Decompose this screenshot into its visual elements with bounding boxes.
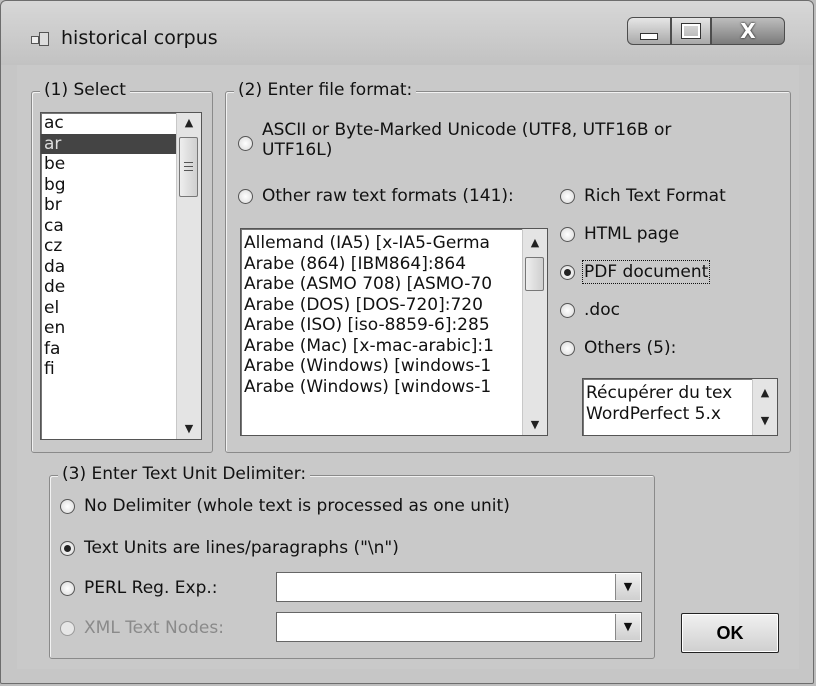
window-title: historical corpus [61,27,218,49]
scroll-down-icon[interactable]: ▼ [523,415,547,435]
others-radio[interactable] [560,340,575,356]
perl-regex-combo[interactable]: ▼ [276,572,642,602]
lines-radio[interactable] [60,540,75,556]
caption-buttons: X [627,17,785,47]
dropdown-arrow-icon[interactable]: ▼ [615,574,640,600]
xml-radio [60,620,75,636]
language-scrollbar[interactable]: ▲ ▼ [176,113,201,439]
list-item[interactable]: Arabe (Windows) [windows-1 [241,356,547,377]
perl-option[interactable]: PERL Reg. Exp.: [60,578,218,598]
xml-label: XML Text Nodes: [84,618,224,638]
xml-nodes-combo[interactable]: ▼ [276,612,642,642]
lines-option[interactable]: Text Units are lines/paragraphs ("\n") [60,538,399,558]
list-item[interactable]: Arabe (Mac) [x-mac-arabic]:1 [241,336,547,357]
perl-label: PERL Reg. Exp.: [84,578,218,598]
app-icon [31,32,49,46]
html-option[interactable]: HTML page [560,224,679,244]
rtf-option[interactable]: Rich Text Format [560,186,726,206]
close-icon: X [740,19,756,43]
minimize-button[interactable] [627,17,671,45]
rtf-label: Rich Text Format [584,186,726,206]
title-bar[interactable]: historical corpus X [1,1,813,65]
list-item[interactable]: Arabe (Windows) [windows-1 [241,377,547,398]
ascii-option[interactable]: ASCII or Byte-Marked Unicode (UTF8, UTF1… [238,120,671,160]
maximize-button[interactable] [671,17,711,45]
list-item[interactable]: Arabe (ASMO 708) [ASMO-70 [241,274,547,295]
rtf-radio[interactable] [560,188,575,204]
dropdown-arrow-icon[interactable]: ▼ [615,614,640,640]
scroll-down-icon[interactable]: ▼ [753,411,777,431]
perl-radio[interactable] [60,580,75,596]
dialog-window: historical corpus X (1) Select ac ar be bg b… [0,0,814,684]
xml-option: XML Text Nodes: [60,618,224,638]
scroll-down-icon[interactable]: ▼ [177,419,201,439]
pdf-option[interactable]: PDF document [560,260,711,284]
scroll-thumb[interactable] [525,257,544,291]
scroll-up-icon[interactable]: ▲ [753,383,777,403]
doc-radio[interactable] [560,302,575,318]
other-raw-option[interactable]: Other raw text formats (141): [238,186,514,206]
no-delimiter-radio[interactable] [60,498,75,514]
delimiter-group: (3) Enter Text Unit Delimiter: No Delimi… [49,464,655,659]
html-radio[interactable] [560,226,575,242]
doc-label: .doc [584,300,620,320]
list-item[interactable]: Arabe (DOS) [DOS-720]:720 [241,295,547,316]
pdf-label: PDF document [581,260,711,284]
lines-label: Text Units are lines/paragraphs ("\n") [84,538,399,558]
list-item[interactable]: Récupérer du tex [583,383,777,404]
list-item[interactable]: Arabe (ISO) [iso-8859-6]:285 [241,315,547,336]
encoding-scrollbar[interactable]: ▲ ▼ [522,229,547,435]
others-scrollbar[interactable]: ▲ ▼ [752,379,777,435]
scroll-up-icon[interactable]: ▲ [177,113,201,133]
list-item[interactable]: Arabe (864) [IBM864]:864 [241,254,547,275]
ascii-radio[interactable] [238,136,253,151]
scroll-thumb[interactable] [179,137,198,197]
ascii-label-line1: ASCII or Byte-Marked Unicode (UTF8, UTF1… [262,120,672,140]
other-raw-radio[interactable] [238,188,253,204]
format-legend: (2) Enter file format: [234,80,417,100]
ok-button[interactable]: OK [681,613,779,653]
scroll-up-icon[interactable]: ▲ [523,233,547,253]
others-list: Récupérer du tex WordPerfect 5.x [583,379,777,424]
close-button[interactable]: X [711,17,785,45]
select-group: (1) Select ac ar be bg br ca cz da de el en fa fi ▲ … [31,80,213,453]
list-item[interactable]: WordPerfect 5.x [583,404,777,425]
others-option[interactable]: Others (5): [560,338,676,358]
other-raw-label: Other raw text formats (141): [262,186,514,206]
list-item[interactable]: Allemand (IA5) [x-IA5-Germa [241,233,547,254]
no-delimiter-option[interactable]: No Delimiter (whole text is processed as… [60,496,510,516]
encoding-listbox[interactable]: Allemand (IA5) [x-IA5-Germa Arabe (864) [… [240,228,548,436]
encoding-list: Allemand (IA5) [x-IA5-Germa Arabe (864) [… [241,229,547,397]
others-label: Others (5): [584,338,677,358]
delimiter-legend: (3) Enter Text Unit Delimiter: [58,464,311,484]
others-listbox[interactable]: Récupérer du tex WordPerfect 5.x ▲ ▼ [582,378,778,436]
format-group: (2) Enter file format: ASCII or Byte-Mar… [225,80,791,453]
doc-option[interactable]: .doc [560,300,620,320]
maximize-icon [681,23,701,39]
select-legend: (1) Select [40,80,130,100]
dialog-client: (1) Select ac ar be bg br ca cz da de el en fa fi ▲ … [17,65,799,669]
language-listbox[interactable]: ac ar be bg br ca cz da de el en fa fi ▲ ▼ [40,112,202,440]
no-delimiter-label: No Delimiter (whole text is processed as… [84,496,510,516]
ascii-label-line2: UTF16L) [262,140,333,160]
minimize-icon [640,32,658,40]
pdf-radio[interactable] [560,264,575,280]
html-label: HTML page [584,224,680,244]
